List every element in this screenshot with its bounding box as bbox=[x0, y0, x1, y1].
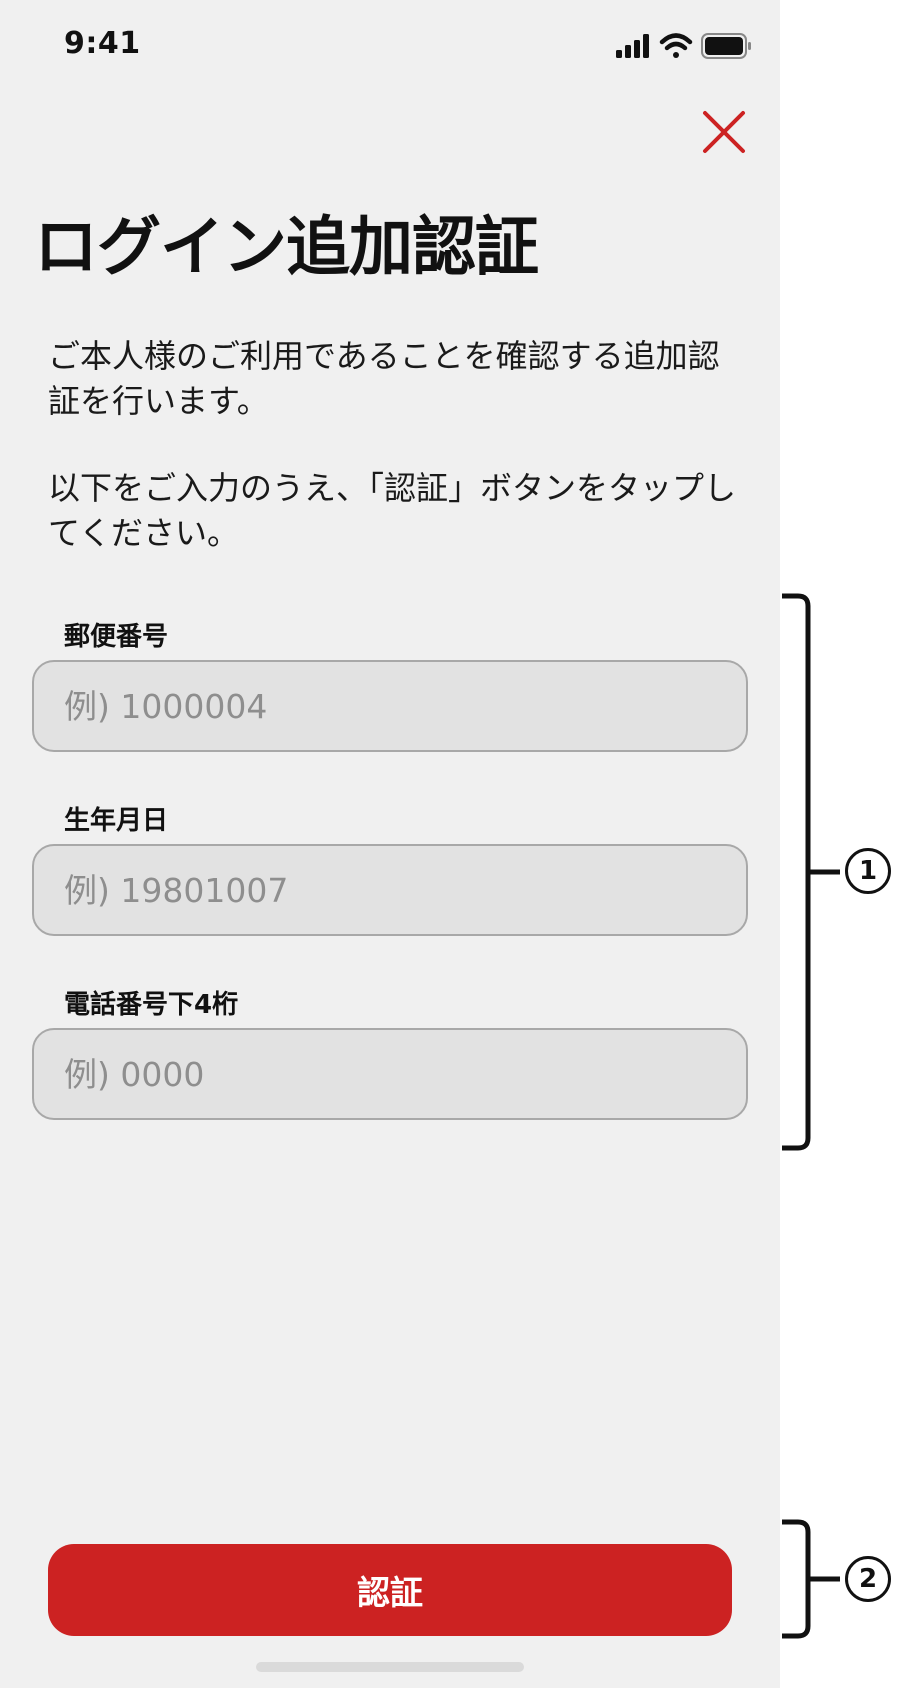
description-text: ご本人様のご利用であることを確認する追加認証を行います。 bbox=[48, 337, 720, 420]
postal-code-label: 郵便番号 bbox=[64, 622, 169, 652]
phone-last4-label: 電話番号下4桁 bbox=[64, 990, 239, 1020]
status-icons bbox=[616, 33, 751, 59]
page-title: ログイン追加認証 bbox=[34, 211, 539, 285]
annotation-marker-2: 2 bbox=[845, 1556, 891, 1602]
home-indicator bbox=[256, 1662, 524, 1672]
wifi-icon bbox=[659, 33, 693, 58]
signal-icon bbox=[616, 34, 649, 58]
battery-icon bbox=[701, 33, 751, 59]
status-time: 9:41 bbox=[64, 26, 141, 61]
birthdate-input[interactable] bbox=[32, 844, 748, 936]
instruction-text: 以下をご入力のうえ、「認証」ボタンをタップしてください。 bbox=[48, 469, 737, 552]
annotation-bracket-1 bbox=[782, 593, 840, 1151]
close-icon[interactable] bbox=[700, 108, 748, 156]
birthdate-label: 生年月日 bbox=[64, 806, 169, 836]
phone-screen: 9:41 ログイン追加認証 ご本人様のご利用であることを確認する追加認証を行いま… bbox=[0, 0, 780, 1688]
postal-code-input[interactable] bbox=[32, 660, 748, 752]
phone-last4-input[interactable] bbox=[32, 1028, 748, 1120]
submit-button[interactable]: 認証 bbox=[48, 1544, 732, 1636]
annotation-bracket-2 bbox=[782, 1519, 840, 1639]
annotation-marker-1: 1 bbox=[845, 848, 891, 894]
